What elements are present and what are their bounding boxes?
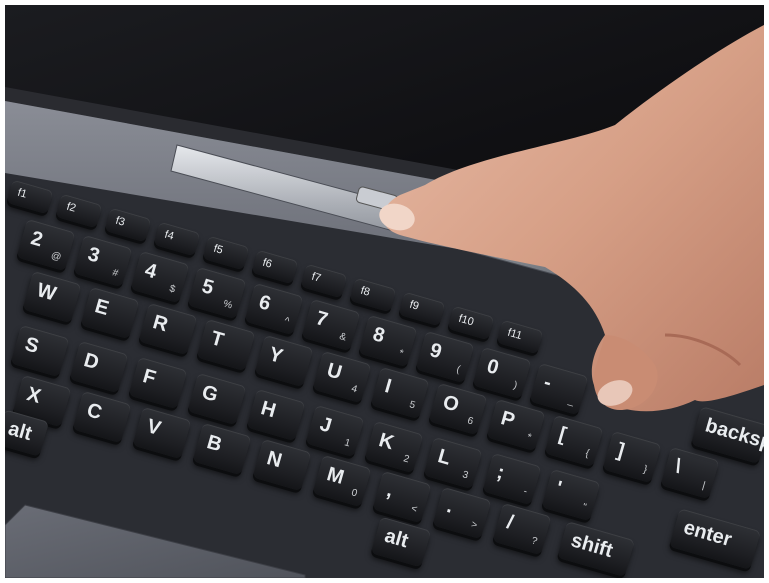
key-a-6-sublabel: 2	[402, 453, 411, 466]
key-num-7-label: 9	[427, 339, 445, 364]
key-num-9-label: -	[541, 371, 554, 395]
key-a-5-sublabel: 1	[343, 437, 352, 450]
key-num-0-sublabel: @	[49, 250, 63, 264]
key-fn-7-label: f8	[359, 284, 372, 299]
key-num-8-sublabel: )	[512, 379, 519, 392]
key-num-7-sublabel: (	[455, 363, 462, 376]
key-a-9-label: '	[553, 477, 565, 500]
key-fn-4-label: f5	[212, 242, 225, 257]
key-q-9-label: [	[556, 423, 569, 447]
key-num-3-label: 5	[199, 275, 217, 300]
key-q-10-sublabel: }	[642, 463, 649, 476]
key-z-6-sublabel: <	[409, 503, 419, 516]
key-q-5-sublabel: 4	[350, 383, 359, 396]
key-fn-10-label: f11	[506, 326, 524, 343]
key-alt-left-label: alt	[5, 417, 35, 446]
key-q-6-sublabel: 5	[408, 399, 417, 412]
key-num-1-label: 3	[85, 243, 103, 268]
key-num-1-sublabel: #	[111, 267, 120, 280]
key-q-0-label: W	[34, 279, 59, 306]
key-num-0-label: 2	[28, 227, 46, 252]
key-a-1-label: D	[81, 349, 102, 375]
key-q-8-sublabel: *	[525, 431, 533, 444]
key-num-4-sublabel: ^	[282, 315, 291, 328]
key-a-8-sublabel: -	[522, 485, 529, 498]
key-a-3-label: G	[199, 381, 221, 407]
key-q-6-label: I	[382, 375, 394, 398]
key-q-9-sublabel: {	[584, 447, 591, 460]
key-a-2-label: F	[140, 365, 159, 390]
photo-frame: f1 f2 f3 f4 f5 f6 f7 f8 f9 f10 f11 2 @3 #4 $5% 6 ^ 7 & 8 * 9(…	[5, 5, 764, 578]
key-z-7-sublabel: >	[469, 519, 479, 532]
key-num-5-label: 7	[313, 307, 331, 332]
key-num-2-label: 4	[142, 259, 160, 284]
key-a-5-label: J	[317, 413, 335, 438]
key-z-7-label: .	[444, 495, 456, 518]
key-q-2-label: R	[150, 311, 171, 337]
key-shift-label: shift	[568, 529, 616, 563]
key-enter-label: enter	[681, 516, 735, 552]
key-z-5-label: M	[324, 463, 347, 489]
key-num-6-label: 8	[370, 323, 388, 348]
key-num-4-label: 6	[256, 291, 274, 316]
key-a-4-label: H	[258, 397, 279, 423]
key-a-0-label: S	[22, 333, 42, 358]
key-num-2-sublabel: $	[168, 283, 177, 296]
key-q-4-label: Y	[266, 343, 286, 368]
key-z-8-sublabel: ?	[530, 535, 539, 548]
key-num-6-sublabel: *	[397, 347, 405, 360]
key-q-5-label: U	[324, 359, 345, 385]
key-z-8-label: /	[504, 511, 516, 534]
key-q-8-label: P	[498, 407, 518, 432]
key-z-3-label: B	[204, 431, 225, 457]
key-z-5-sublabel: 0	[350, 487, 359, 500]
key-fn-2-label: f3	[114, 214, 127, 229]
key-z-6-label: ,	[384, 479, 396, 502]
key-q-11-label: \	[672, 455, 684, 478]
key-fn-6-label: f7	[310, 270, 323, 285]
key-a-7-sublabel: 3	[461, 469, 470, 482]
key-fn-9-label: f10	[457, 312, 476, 329]
key-q-1-label: E	[92, 295, 112, 320]
key-q-11-sublabel: |	[700, 480, 707, 492]
key-z-2-label: V	[144, 415, 164, 440]
key-fn-3-label: f4	[163, 228, 176, 243]
key-q-7-sublabel: 6	[466, 415, 475, 428]
key-fn-8-label: f9	[408, 298, 421, 313]
key-a-8-label: ;	[494, 461, 507, 485]
key-num-5-sublabel: &	[338, 331, 348, 344]
key-q-7-label: O	[440, 391, 462, 417]
key-num-8-label: 0	[484, 355, 502, 380]
key-a-7-label: L	[435, 445, 454, 470]
key-a-9-sublabel: "	[581, 501, 588, 514]
key-fn-1-label: f2	[65, 200, 78, 215]
key-q-3-label: T	[208, 327, 227, 352]
key-q-10-label: ]	[614, 439, 627, 463]
key-num-9-sublabel: _	[567, 395, 576, 408]
key-z-1-label: C	[84, 399, 105, 425]
key-alt-right-label: alt	[382, 524, 411, 553]
key-a-6-label: K	[376, 429, 397, 455]
key-fn-0-label: f1	[16, 186, 29, 201]
key-z-4-label: N	[264, 447, 285, 473]
key-fn-5-label: f6	[261, 256, 274, 271]
key-z-0-label: X	[24, 383, 44, 408]
key-num-3-sublabel: %	[221, 298, 234, 312]
